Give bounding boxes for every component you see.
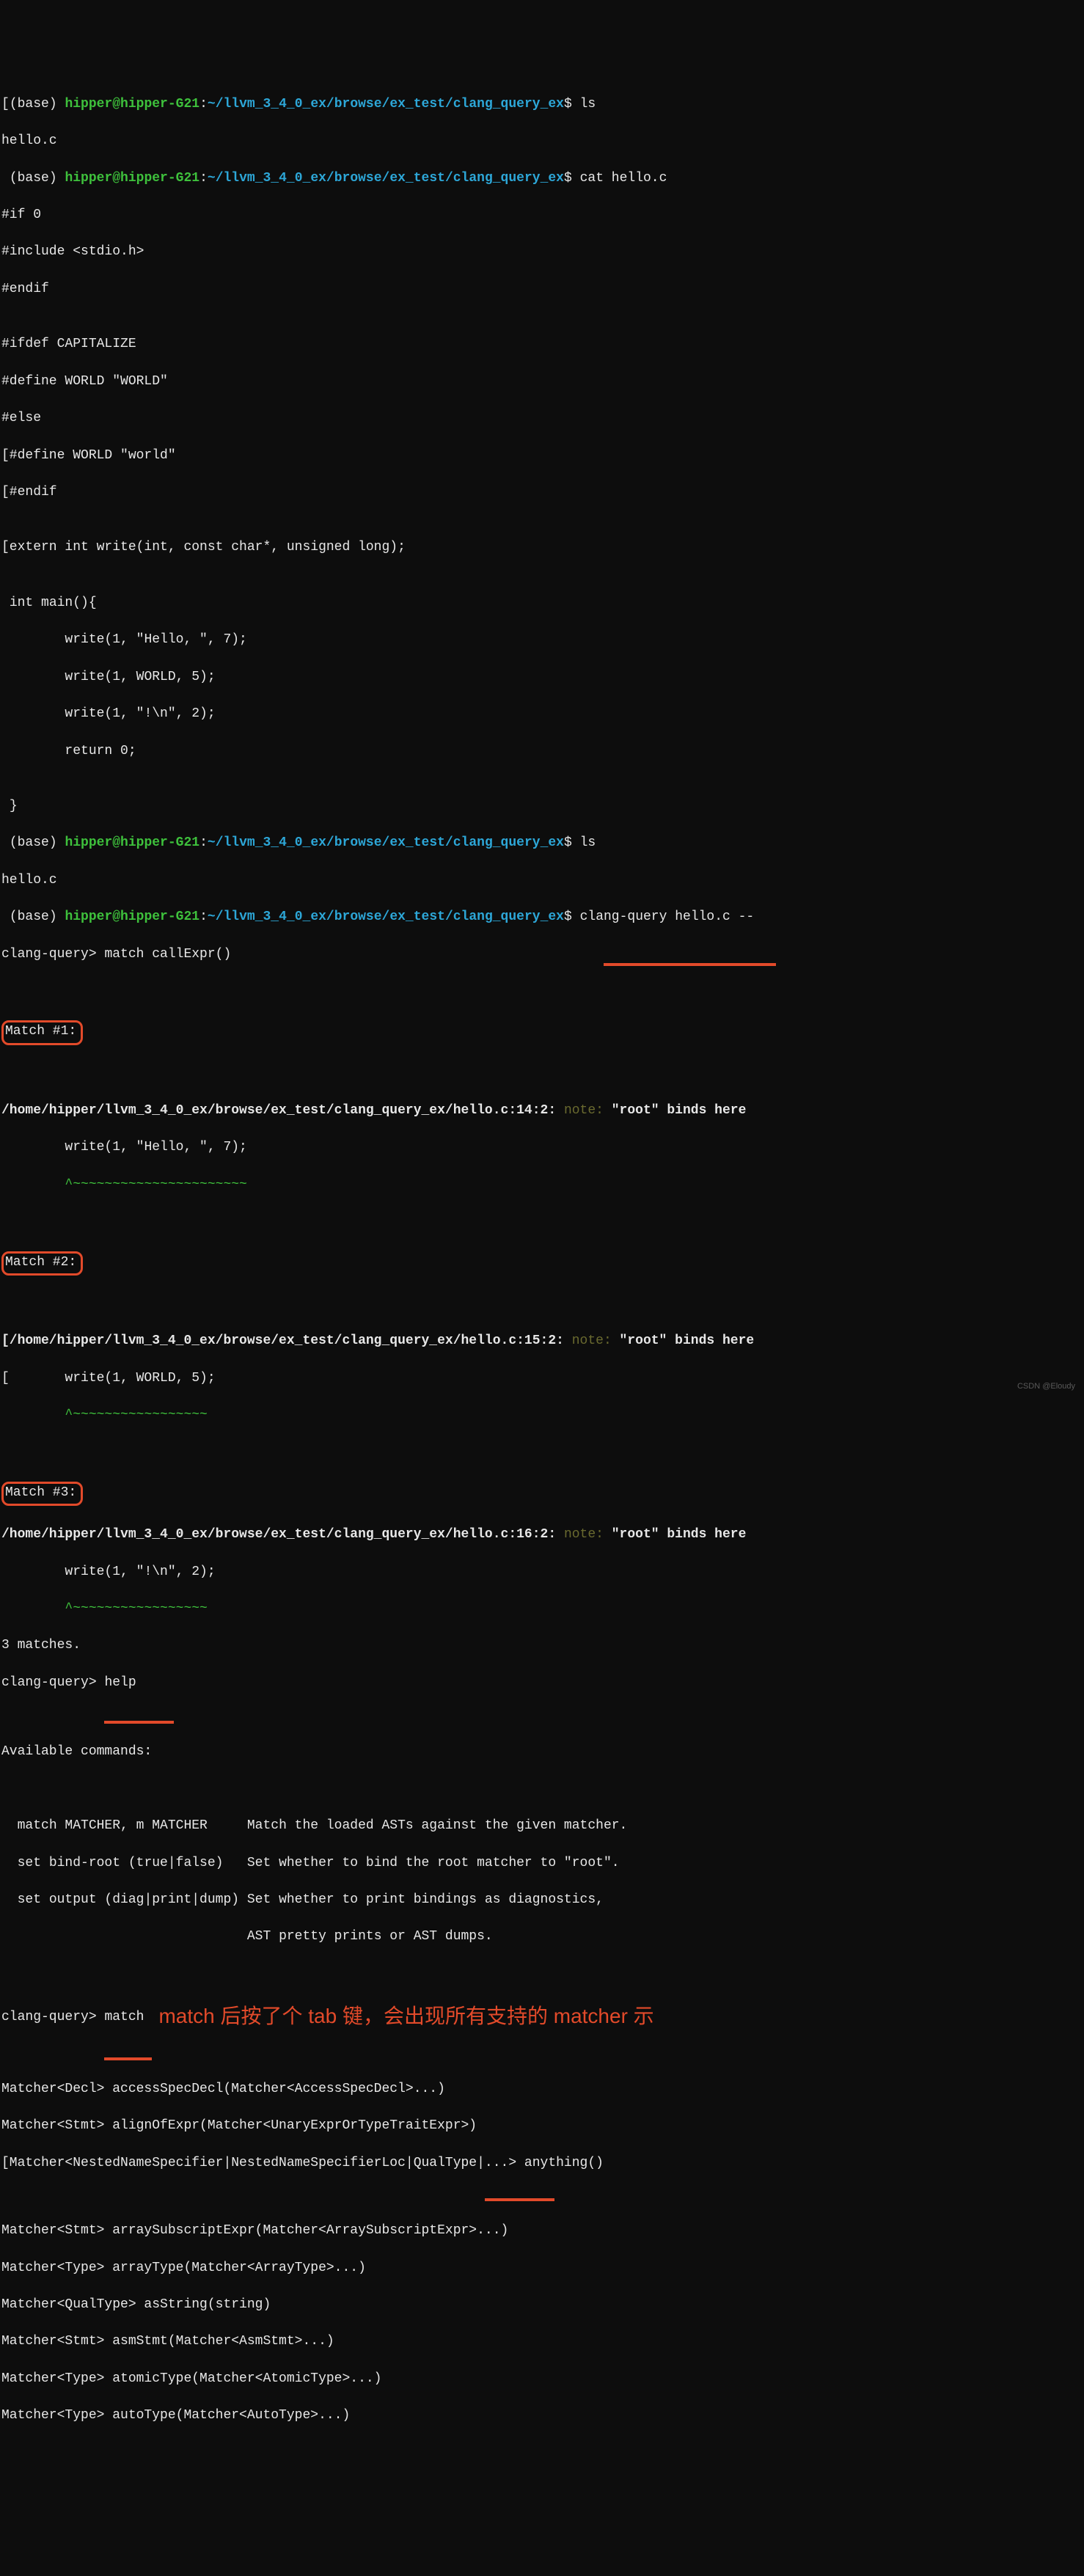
annotation-text: match 后按了个 tab 键，会出现所有支持的 matcher 示	[158, 2002, 653, 2030]
source-line: #endif	[1, 280, 1083, 299]
match-caret: ^~~~~~~~~~~~~~~~~~	[1, 1406, 1083, 1424]
help-header: Available commands:	[1, 1743, 1083, 1761]
source-line: }	[1, 797, 1083, 816]
completion-line: Matcher<Decl> accessSpecDecl(Matcher<Acc…	[1, 2080, 1083, 2099]
match-location: /home/hipper/llvm_3_4_0_ex/browse/ex_tes…	[1, 1526, 1083, 1544]
completion-line: Matcher<Type> arrayType(Matcher<ArrayTyp…	[1, 2259, 1083, 2277]
highlight-underline	[104, 2057, 152, 2060]
match-code: write(1, "Hello, ", 7);	[1, 1138, 1083, 1157]
clang-query-prompt[interactable]: clang-query> match callExpr()	[1, 945, 1083, 964]
help-line: AST pretty prints or AST dumps.	[1, 1928, 1083, 1946]
source-line: int main(){	[1, 594, 1083, 612]
completion-line: Matcher<Stmt> alignOfExpr(Matcher<UnaryE…	[1, 2117, 1083, 2135]
source-line: write(1, WORLD, 5);	[1, 668, 1083, 687]
highlight-underline	[104, 1721, 174, 1724]
prompt-line[interactable]: (base) hipper@hipper-G21:~/llvm_3_4_0_ex…	[1, 908, 1083, 926]
completion-line: Matcher<Stmt> arraySubscriptExpr(Matcher…	[1, 2222, 1083, 2240]
completion-line: Matcher<Type> atomicType(Matcher<AtomicT…	[1, 2370, 1083, 2388]
prompt-line[interactable]: (base) hipper@hipper-G21:~/llvm_3_4_0_ex…	[1, 834, 1083, 852]
source-line: return 0;	[1, 742, 1083, 761]
source-line: [extern int write(int, const char*, unsi…	[1, 538, 1083, 557]
match-header-box: Match #3:	[1, 1482, 83, 1506]
help-line: match MATCHER, m MATCHER Match the loade…	[1, 1817, 1083, 1835]
help-line: set output (diag|print|dump) Set whether…	[1, 1891, 1083, 1909]
source-line: [#define WORLD "world"	[1, 447, 1083, 465]
clang-query-prompt[interactable]: clang-query> help	[1, 1674, 1083, 1692]
terminal-output: [(base) hipper@hipper-G21:~/llvm_3_4_0_e…	[1, 77, 1083, 2444]
help-line: set bind-root (true|false) Set whether t…	[1, 1854, 1083, 1873]
match-location: [/home/hipper/llvm_3_4_0_ex/browse/ex_te…	[1, 1332, 1083, 1350]
source-line: write(1, "Hello, ", 7);	[1, 631, 1083, 649]
watermark: CSDN @Eloudy	[1017, 1381, 1075, 1392]
match-code: [ write(1, WORLD, 5);	[1, 1369, 1083, 1388]
source-line: #ifdef CAPITALIZE	[1, 335, 1083, 354]
highlight-underline	[604, 963, 776, 966]
completion-line: Matcher<Type> autoType(Matcher<AutoType>…	[1, 2407, 1083, 2425]
clang-query-prompt[interactable]: clang-query> matchmatch 后按了个 tab 键，会出现所有…	[1, 2002, 1083, 2030]
completion-line: Matcher<Stmt> asmStmt(Matcher<AsmStmt>..…	[1, 2332, 1083, 2351]
match-caret: ^~~~~~~~~~~~~~~~~~~~~~~	[1, 1176, 1083, 1194]
source-line: #if 0	[1, 206, 1083, 224]
match-caret: ^~~~~~~~~~~~~~~~~~	[1, 1600, 1083, 1618]
source-line: write(1, "!\n", 2);	[1, 705, 1083, 723]
match-code: write(1, "!\n", 2);	[1, 1563, 1083, 1581]
match-header-box: Match #2:	[1, 1251, 83, 1276]
prompt-line[interactable]: (base) hipper@hipper-G21:~/llvm_3_4_0_ex…	[1, 169, 1083, 188]
source-line: #include <stdio.h>	[1, 243, 1083, 261]
source-line: [#endif	[1, 483, 1083, 502]
completion-line: Matcher<QualType> asString(string)	[1, 2296, 1083, 2314]
source-line: #else	[1, 409, 1083, 428]
source-line: #define WORLD "WORLD"	[1, 373, 1083, 391]
highlight-underline	[485, 2198, 554, 2201]
prompt-line[interactable]: [(base) hipper@hipper-G21:~/llvm_3_4_0_e…	[1, 95, 1083, 114]
match-location: /home/hipper/llvm_3_4_0_ex/browse/ex_tes…	[1, 1102, 1083, 1120]
ls-output: hello.c	[1, 871, 1083, 890]
match-count: 3 matches.	[1, 1636, 1083, 1655]
ls-output: hello.c	[1, 132, 1083, 150]
completion-line: [Matcher<NestedNameSpecifier|NestedNameS…	[1, 2154, 1083, 2173]
match-header-box: Match #1:	[1, 1020, 83, 1044]
